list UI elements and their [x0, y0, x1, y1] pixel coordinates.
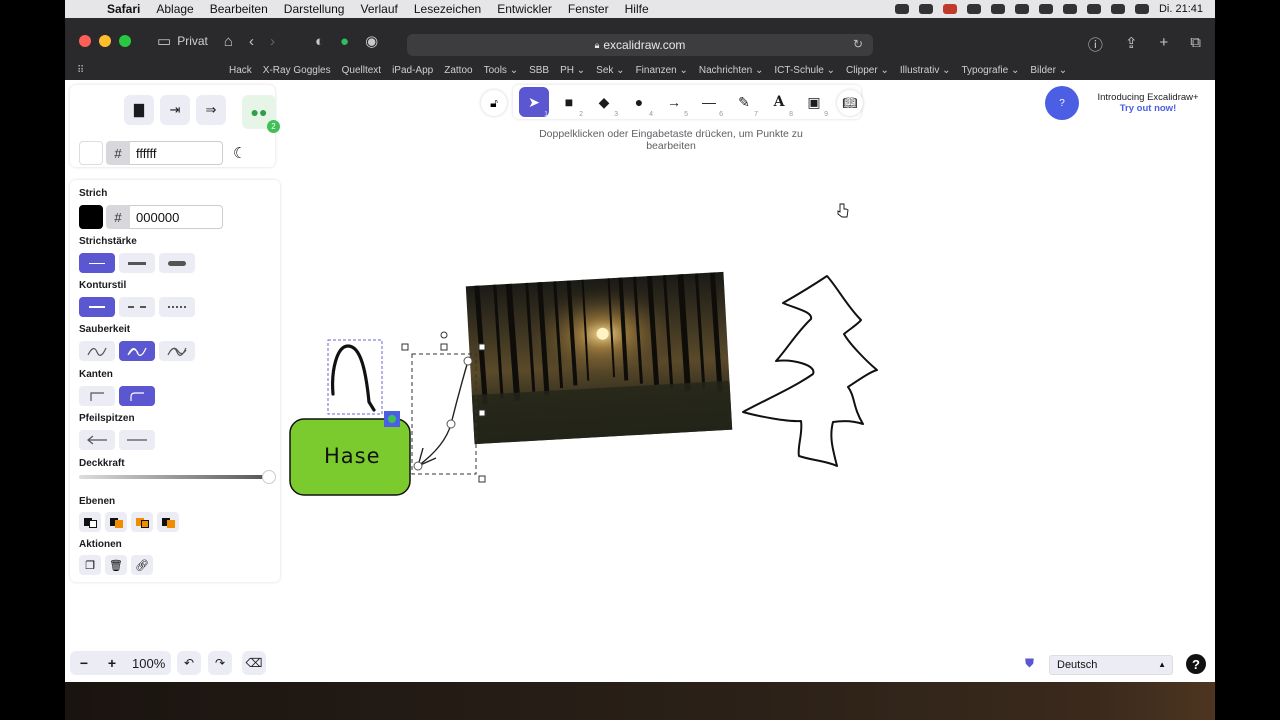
favorite-item[interactable]: Bilder ⌄ [1030, 65, 1067, 76]
back-icon[interactable]: ‹ [249, 33, 254, 50]
desktop-wallpaper [65, 682, 1215, 720]
undo-button[interactable]: ↶ [177, 651, 201, 675]
eraser-button[interactable]: ⌫ [242, 651, 266, 675]
undo-icon: ↶ [183, 656, 195, 670]
shield-icon[interactable]: ◐ [315, 33, 324, 50]
handdrawn-tree[interactable] [742, 275, 878, 467]
browser-right-actions: ⓘ ⇪ + ⧉ [1088, 34, 1201, 55]
favorite-item[interactable]: Illustrativ ⌄ [900, 65, 951, 76]
favorite-item[interactable]: Sek ⌄ [596, 65, 624, 76]
sidebar-icon[interactable]: ▭ [157, 32, 171, 50]
wifi-icon[interactable] [1086, 4, 1101, 14]
favorite-item[interactable]: Hack [229, 65, 252, 76]
favorite-item[interactable]: ICT-Schule ⌄ [774, 65, 835, 76]
menu-ablage[interactable]: Ablage [148, 2, 201, 16]
favorite-item[interactable]: Tools ⌄ [484, 65, 519, 76]
favorite-item[interactable]: SBB [529, 65, 549, 76]
menu-lesezeichen[interactable]: Lesezeichen [406, 2, 489, 16]
window-controls [79, 35, 131, 47]
language-select[interactable]: Deutsch ▲ [1049, 655, 1173, 675]
hand-cursor-icon [837, 203, 849, 218]
grid-icon[interactable]: ⠿ [77, 65, 87, 76]
forward-icon[interactable]: › [270, 33, 275, 50]
favorite-item[interactable]: Clipper ⌄ [846, 65, 889, 76]
status-icon[interactable] [966, 4, 981, 14]
status-icon[interactable] [942, 4, 957, 14]
search-icon[interactable] [1134, 4, 1149, 14]
browser-toolbar: ▭ Privat ⌂ ‹ › ◐ ● ◉ 🔒︎ excalidraw.com ↻… [65, 22, 1215, 60]
status-icon[interactable] [918, 4, 933, 14]
status-icon[interactable] [894, 4, 909, 14]
favorite-item[interactable]: Nachrichten ⌄ [699, 65, 764, 76]
new-tab-icon[interactable]: + [1160, 34, 1169, 55]
menu-verlauf[interactable]: Verlauf [352, 2, 405, 16]
extension-icon[interactable]: ◉ [365, 32, 378, 50]
zoom-level[interactable]: 100% [126, 656, 171, 671]
help-button[interactable]: ? [1186, 654, 1206, 674]
screen: Safari Ablage Bearbeiten Darstellung Ver… [0, 0, 1280, 720]
home-icon[interactable]: ⌂ [224, 33, 233, 50]
share-icon[interactable]: ⇪ [1125, 34, 1138, 55]
url-text: excalidraw.com [603, 38, 686, 52]
battery-icon[interactable] [1110, 4, 1125, 14]
tabs-overview-icon[interactable]: ⧉ [1190, 34, 1201, 55]
private-label: Privat [177, 34, 208, 48]
redo-button[interactable]: ↷ [208, 651, 232, 675]
reload-icon[interactable]: ↻ [853, 37, 863, 51]
forest-image[interactable] [465, 271, 733, 445]
menu-app-name[interactable]: Safari [99, 2, 148, 16]
browser-chrome: ▭ Privat ⌂ ‹ › ◐ ● ◉ 🔒︎ excalidraw.com ↻… [65, 18, 1215, 80]
menu-bearbeiten[interactable]: Bearbeiten [202, 2, 276, 16]
excalidraw-canvas[interactable]: ▇ ⇥ ⇒ ●● 2 # ☾ Strich # Strich [65, 80, 1215, 682]
favorite-item[interactable]: Finanzen ⌄ [636, 65, 688, 76]
favorite-item[interactable]: Typografie ⌄ [961, 65, 1019, 76]
redo-icon: ↷ [214, 656, 226, 670]
encryption-shield-icon[interactable]: ⛊ [1025, 656, 1039, 671]
menu-entwickler[interactable]: Entwickler [489, 2, 560, 16]
menu-hilfe[interactable]: Hilfe [617, 2, 657, 16]
evernote-icon[interactable]: ● [340, 33, 349, 50]
eraser-icon: ⌫ [245, 656, 263, 670]
favorites-bar: ⠿ Hack X-Ray Goggles Quelltext iPad-App Zatt… [65, 61, 1215, 79]
zoom-in-button[interactable]: + [98, 651, 126, 675]
favorite-item[interactable]: Zattoo [444, 65, 472, 76]
lock-icon: 🔒︎ [594, 39, 600, 50]
status-area: Di. 21:41 [894, 3, 1215, 15]
zoom-window-button[interactable] [119, 35, 131, 47]
favorite-item[interactable]: iPad-App [392, 65, 433, 76]
close-window-button[interactable] [79, 35, 91, 47]
macos-menubar: Safari Ablage Bearbeiten Darstellung Ver… [65, 0, 1215, 18]
zoom-controls: − + 100% [70, 651, 172, 675]
info-icon[interactable]: ⓘ [1088, 34, 1103, 55]
status-icon[interactable] [1038, 4, 1053, 14]
status-icon[interactable] [1014, 4, 1029, 14]
drawing-layer [289, 203, 878, 496]
menubar-clock[interactable]: Di. 21:41 [1159, 3, 1203, 15]
favorite-item[interactable]: PH ⌄ [560, 65, 585, 76]
status-icon[interactable] [1062, 4, 1077, 14]
language-value: Deutsch [1057, 659, 1098, 671]
status-icon[interactable] [990, 4, 1005, 14]
zoom-out-button[interactable]: − [70, 651, 98, 675]
connector-arrow[interactable] [417, 360, 469, 467]
favorite-item[interactable]: Quelltext [342, 65, 381, 76]
favorite-item[interactable]: X-Ray Goggles [263, 65, 331, 76]
caret-up-icon: ▲ [1158, 660, 1166, 669]
minimize-window-button[interactable] [99, 35, 111, 47]
handdrawn-arch[interactable] [331, 344, 376, 412]
address-bar[interactable]: 🔒︎ excalidraw.com ↻ [407, 34, 873, 56]
menu-darstellung[interactable]: Darstellung [276, 2, 353, 16]
favorites-list: Hack X-Ray Goggles Quelltext iPad-App Zattoo… [229, 65, 1067, 76]
menu-fenster[interactable]: Fenster [560, 2, 617, 16]
hase-label[interactable]: Hase [324, 444, 381, 468]
